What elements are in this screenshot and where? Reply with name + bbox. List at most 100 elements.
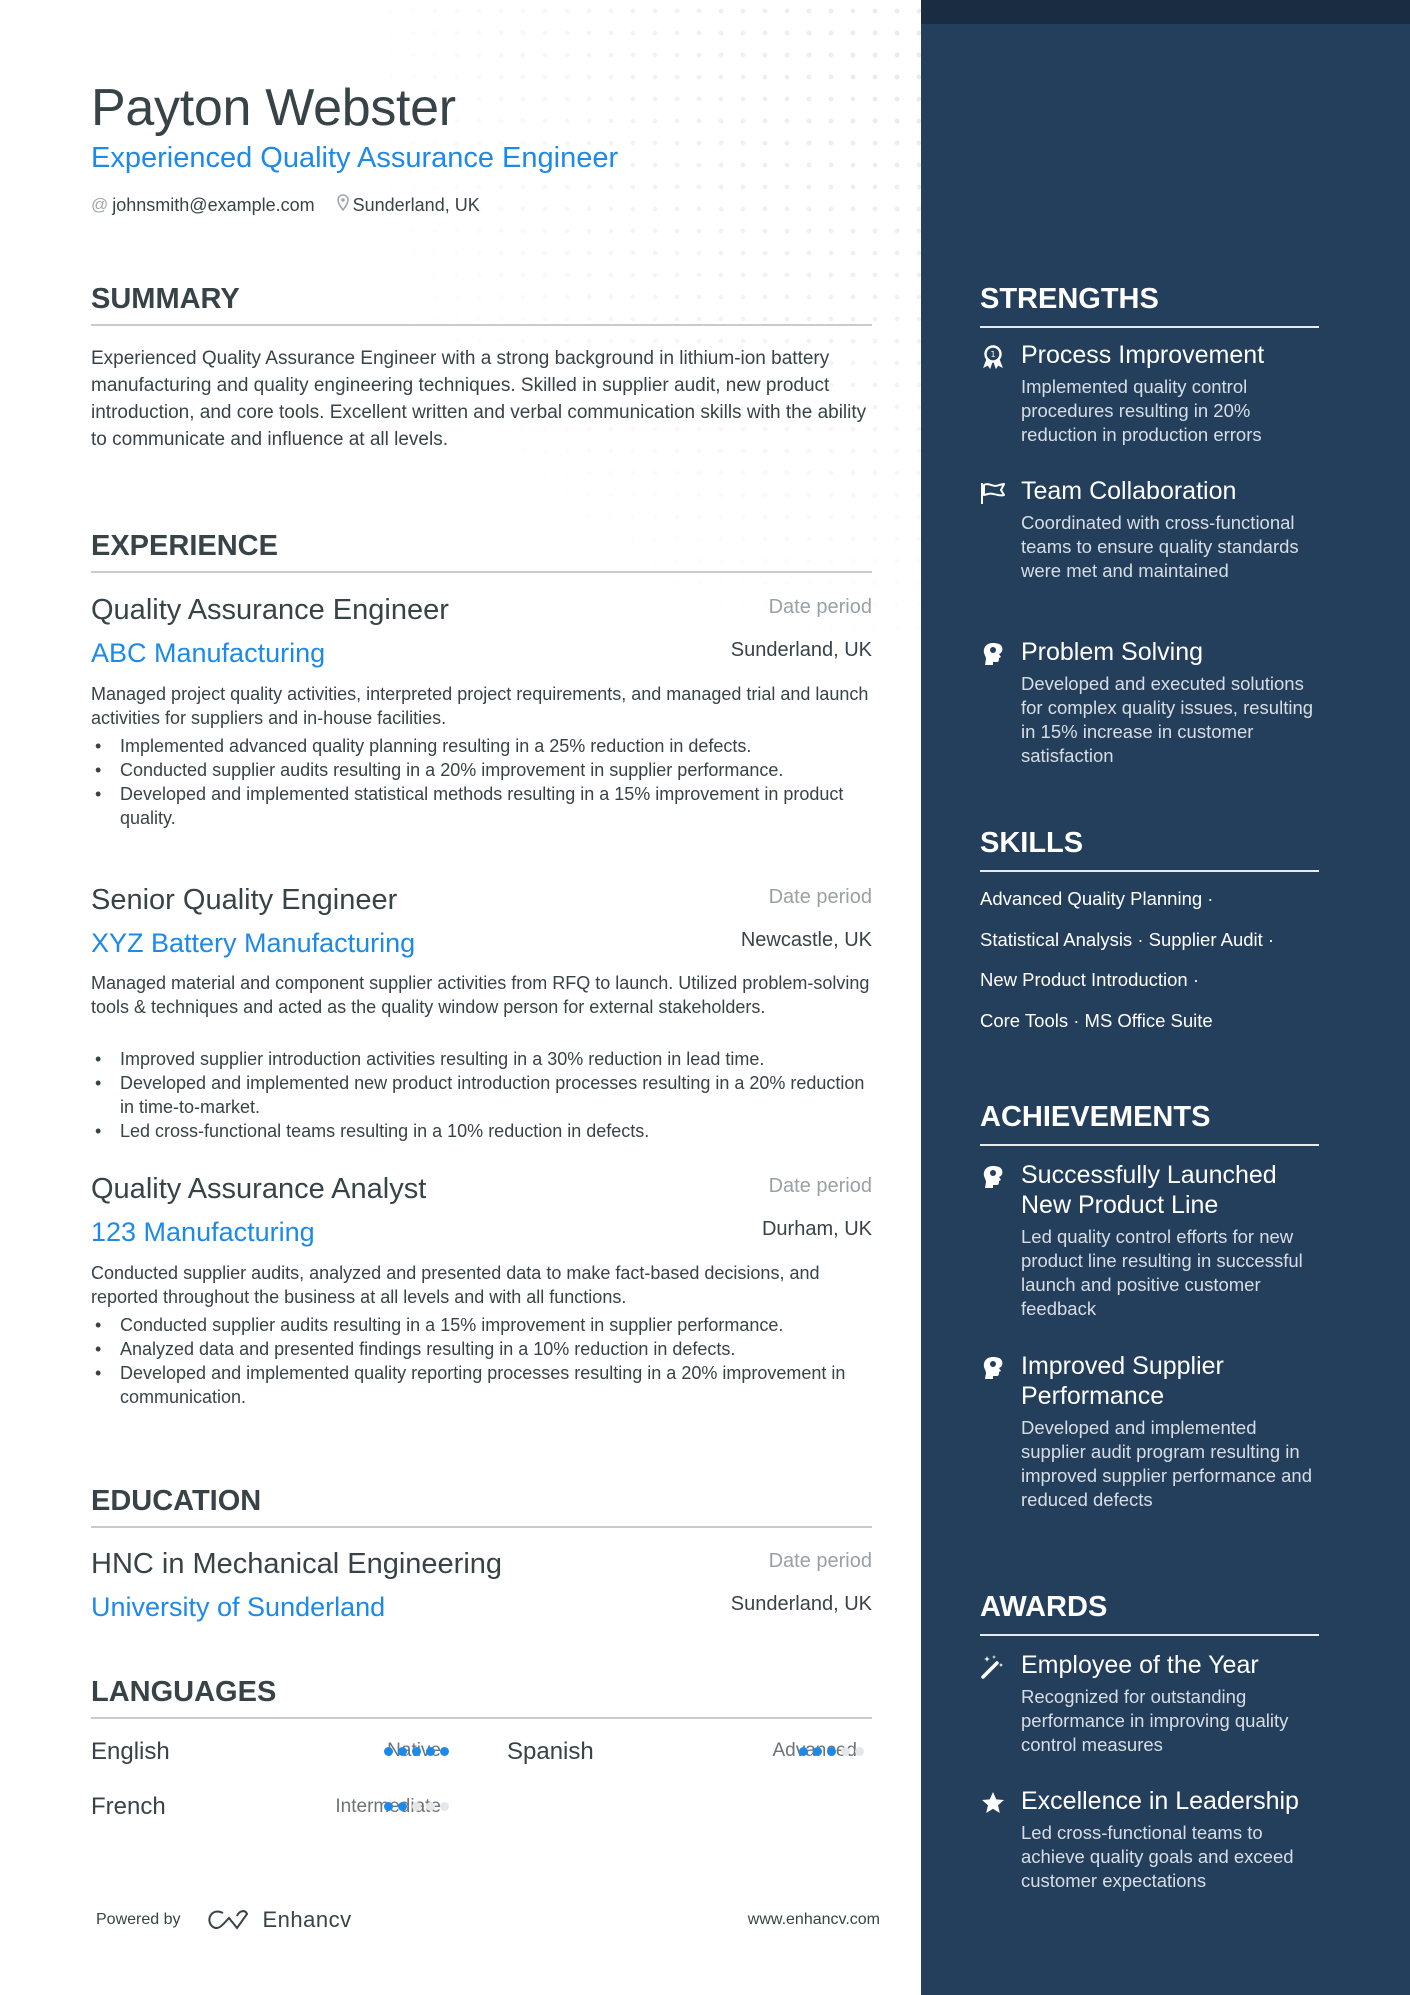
- job-title: Senior Quality Engineer: [91, 884, 398, 916]
- rating-dot-empty: [440, 1802, 449, 1811]
- language-rating: [384, 1802, 449, 1811]
- strength-item: 1 Process Improvement Implemented qualit…: [980, 340, 1325, 447]
- strength-item: Team Collaboration Coordinated with cros…: [980, 476, 1325, 583]
- language-rating: [384, 1747, 449, 1756]
- strength-title: Problem Solving: [1021, 638, 1204, 666]
- job-description: Conducted supplier audits, analyzed and …: [91, 1263, 820, 1307]
- strength-item: Problem Solving Developed and executed s…: [980, 637, 1325, 768]
- job-date: Date period: [768, 886, 872, 908]
- award-title: Employee of the Year: [1021, 1651, 1259, 1679]
- brand-name: Enhancv: [262, 1907, 352, 1932]
- job-location: Durham, UK: [761, 1218, 872, 1240]
- summary-heading: SUMMARY: [91, 282, 872, 326]
- svg-text:1: 1: [990, 350, 995, 359]
- language-name: Spanish: [507, 1738, 594, 1765]
- rating-dot-filled: [426, 1747, 435, 1756]
- strengths-heading: STRENGTHS: [980, 282, 1319, 328]
- rating-dot-filled: [398, 1747, 407, 1756]
- skill-line: Advanced Quality Planning ·: [980, 888, 1214, 909]
- job-date: Date period: [768, 596, 872, 618]
- job-location: Newcastle, UK: [740, 929, 872, 951]
- rating-dot-empty: [841, 1747, 850, 1756]
- sidebar-top-strip: [921, 0, 1410, 24]
- contact-info: @ johnsmith@example.com Sunderland, UK: [91, 194, 502, 216]
- star-icon: [980, 1790, 1006, 1816]
- job-bullet: Conducted supplier audits resulting in a…: [91, 758, 872, 782]
- strength-description: Developed and executed solutions for com…: [1021, 673, 1314, 766]
- achievement-description: Developed and implemented supplier audit…: [1021, 1417, 1313, 1510]
- job-description: Managed project quality activities, inte…: [91, 684, 869, 728]
- map-pin-icon: [336, 194, 349, 216]
- language-name: French: [91, 1793, 166, 1820]
- head-brain-icon: [980, 1164, 1006, 1190]
- achievement-description: Led quality control efforts for new prod…: [1021, 1226, 1303, 1319]
- skills-heading: SKILLS: [980, 826, 1319, 872]
- candidate-name: Payton Webster: [91, 79, 456, 137]
- location-contact: Sunderland, UK: [336, 194, 480, 216]
- website-link[interactable]: www.enhancv.com: [748, 1911, 880, 1929]
- education-degree: HNC in Mechanical Engineering: [91, 1548, 503, 1580]
- enhancv-logo-icon: [207, 1910, 248, 1930]
- education-heading: EDUCATION: [91, 1484, 872, 1528]
- enhancv-brand[interactable]: Enhancv: [207, 1907, 352, 1933]
- magic-wand-icon: [980, 1654, 1006, 1680]
- rating-dot-filled: [440, 1747, 449, 1756]
- experience-heading: EXPERIENCE: [91, 529, 872, 573]
- awards-heading: AWARDS: [980, 1590, 1319, 1636]
- job-bullet: Led cross-functional teams resulting in …: [91, 1119, 872, 1143]
- education-location: Sunderland, UK: [730, 1593, 872, 1615]
- rating-dot-empty: [412, 1802, 421, 1811]
- job-company[interactable]: ABC Manufacturing: [91, 636, 325, 670]
- job-bullet: Improved supplier introduction activitie…: [91, 1047, 872, 1071]
- education-school[interactable]: University of Sunderland: [91, 1590, 385, 1624]
- award-item: Employee of the Year Recognized for outs…: [980, 1650, 1325, 1757]
- education-date: Date period: [768, 1550, 872, 1572]
- location-text: Sunderland, UK: [352, 194, 480, 215]
- job-bullet: Developed and implemented quality report…: [91, 1361, 872, 1409]
- rating-dot-filled: [412, 1747, 421, 1756]
- award-title: Excellence in Leadership: [1021, 1787, 1299, 1815]
- job-title: Quality Assurance Analyst: [91, 1173, 427, 1205]
- job-description: Managed material and component supplier …: [91, 973, 870, 1017]
- languages-heading: LANGUAGES: [91, 1675, 872, 1719]
- job-date: Date period: [768, 1175, 872, 1197]
- rating-dot-filled: [384, 1747, 393, 1756]
- rating-dot-filled: [799, 1747, 808, 1756]
- skill-line: Core Tools · MS Office Suite: [980, 1010, 1213, 1031]
- rating-dot-filled: [813, 1747, 822, 1756]
- award-description: Led cross-functional teams to achieve qu…: [1021, 1822, 1294, 1891]
- language-name: English: [91, 1738, 170, 1765]
- strength-description: Coordinated with cross-functional teams …: [1021, 512, 1299, 581]
- flag-icon: [980, 480, 1006, 506]
- award-medal-icon: 1: [980, 344, 1006, 370]
- award-description: Recognized for outstanding performance i…: [1021, 1686, 1289, 1755]
- rating-dot-empty: [855, 1747, 864, 1756]
- achievement-item: Successfully Launched New Product Line L…: [980, 1160, 1325, 1321]
- job-location: Sunderland, UK: [730, 639, 872, 661]
- at-icon: @: [91, 195, 109, 214]
- email-contact[interactable]: @ johnsmith@example.com: [91, 195, 315, 216]
- job-company[interactable]: XYZ Battery Manufacturing: [91, 926, 415, 960]
- strength-description: Implemented quality control procedures r…: [1021, 376, 1262, 445]
- strength-title: Team Collaboration: [1021, 477, 1237, 505]
- head-brain-icon: [980, 641, 1006, 667]
- rating-dot-filled: [827, 1747, 836, 1756]
- job-bullet: Analyzed data and presented findings res…: [91, 1337, 872, 1361]
- job-company[interactable]: 123 Manufacturing: [91, 1215, 315, 1249]
- skill-line: Statistical Analysis · Supplier Audit ·: [980, 929, 1275, 950]
- achievements-heading: ACHIEVEMENTS: [980, 1100, 1319, 1146]
- job-bullet: Developed and implemented statistical me…: [91, 782, 872, 830]
- award-item: Excellence in Leadership Led cross-funct…: [980, 1786, 1325, 1893]
- rating-dot-empty: [426, 1802, 435, 1811]
- job-bullet: Implemented advanced quality planning re…: [91, 734, 872, 758]
- powered-by-label: Powered by: [96, 1911, 181, 1928]
- sidebar: STRENGTHS 1 Process Improvement Implemen…: [921, 0, 1410, 1995]
- rating-dot-filled: [384, 1802, 393, 1811]
- achievement-item: Improved Supplier Performance Developed …: [980, 1351, 1325, 1512]
- job-bullets: Conducted supplier audits resulting in a…: [91, 1313, 872, 1409]
- email-text: johnsmith@example.com: [112, 194, 315, 215]
- rating-dot-filled: [398, 1802, 407, 1811]
- strength-title: Process Improvement: [1021, 341, 1265, 369]
- skill-line: New Product Introduction ·: [980, 969, 1200, 990]
- candidate-headline: Experienced Quality Assurance Engineer: [91, 142, 619, 174]
